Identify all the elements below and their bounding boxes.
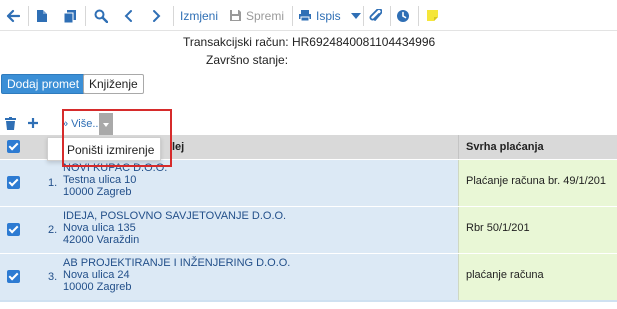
row-number: 1. [48,177,58,189]
row-checkbox[interactable] [7,176,20,189]
next-button[interactable] [152,0,162,31]
main-toolbar: Izmjeni Spremi Ispis [0,0,617,31]
partner-cell: NOVI KUPAC D.O.O. Testna ulica 10 10000 … [63,162,167,198]
more-dropdown-toggle[interactable] [99,113,113,135]
partner-street: Nova ulica 135 [63,222,136,234]
partner-city: 10000 Zagreb [63,281,132,293]
final-balance-row: Završno stanje: [206,53,288,69]
column-divider [458,135,459,159]
paperclip-icon [369,8,382,21]
toolbar-divider [292,6,293,26]
partner-cell: AB PROJEKTIRANJE I INŽENJERING D.O.O. No… [63,257,290,293]
more-dropdown-menu: Poništi izmirenje [47,137,161,161]
toolbar-divider [418,6,419,26]
purpose-text: plaćanje računa [466,269,544,281]
more-button-label: Više... [71,118,102,130]
sticky-note-icon [427,10,438,21]
trash-icon [5,117,16,130]
attachment-button[interactable] [369,0,382,31]
table-row[interactable]: 2. IDEJA, POSLOVNO SAVJETOVANJE D.O.O. N… [0,207,617,253]
history-button[interactable] [396,0,410,31]
row-checkbox[interactable] [7,270,20,283]
save-button-label: Spremi [246,8,285,23]
row-number: 3. [48,271,58,283]
table-toolbar: » Više... [0,113,617,135]
clock-icon [397,9,409,22]
table-row[interactable]: 1. NOVI KUPAC D.O.O. Testna ulica 10 100… [0,160,617,206]
posting-button[interactable]: Knjiženje [83,74,144,94]
print-button-label: Ispis [316,8,341,23]
partner-street: Nova ulica 24 [63,269,130,281]
add-transaction-button[interactable]: Dodaj promet [1,74,86,94]
table-bottom-border [0,300,617,302]
save-button[interactable]: Spremi [229,0,284,31]
new-document-button[interactable] [36,0,48,31]
partner-street: Testna ulica 10 [63,174,137,186]
partner-name: NOVI KUPAC D.O.O. [63,162,168,174]
printer-icon [299,10,311,22]
floppy-disk-icon [230,10,241,21]
document-icon [37,9,47,22]
toolbar-divider [173,6,174,26]
toolbar-divider [390,6,391,26]
row-checkbox[interactable] [7,223,20,236]
search-button[interactable] [94,0,108,31]
toolbar-divider [28,6,29,26]
row-number: 2. [48,224,58,236]
edit-button[interactable]: Izmjeni [176,0,218,31]
search-icon [94,9,108,23]
previous-button[interactable] [123,0,133,31]
column-header-partner[interactable]: lej [172,135,184,159]
toolbar-divider [363,6,364,26]
account-label: Transakcijski račun: [183,35,289,49]
arrow-left-icon [6,9,20,22]
partner-cell: IDEJA, POSLOVNO SAVJETOVANJE D.O.O. Nova… [63,210,286,246]
partner-city: 10000 Zagreb [63,186,132,198]
partner-name: AB PROJEKTIRANJE I INŽENJERING D.O.O. [63,257,291,269]
purpose-cell: plaćanje računa [458,254,617,300]
note-button[interactable] [426,0,439,31]
purpose-text: Plaćanje računa br. 49/1/201 [466,175,607,187]
table-row[interactable]: 3. AB PROJEKTIRANJE I INŽENJERING D.O.O.… [0,254,617,300]
chevron-left-icon [124,9,132,22]
plus-icon [28,118,38,128]
toolbar-divider [85,6,86,26]
column-header-purpose[interactable]: Svrha plaćanja [466,135,544,159]
purpose-text: Rbr 50/1/201 [466,222,530,234]
caret-down-icon [350,12,361,19]
copy-button[interactable] [63,0,77,31]
partner-city: 42000 Varaždin [63,234,140,246]
undo-settlement-menu-item[interactable]: Poništi izmirenje [67,143,154,157]
more-button[interactable]: » Više... [62,113,102,135]
add-row-button[interactable] [27,117,39,132]
delete-button[interactable] [5,117,16,133]
select-all-checkbox[interactable] [7,140,20,153]
final-balance-label: Završno stanje: [206,53,289,67]
purpose-cell: Plaćanje računa br. 49/1/201 [458,160,617,206]
copy-icon [63,9,76,23]
edit-button-label: Izmjeni [180,8,219,23]
print-button[interactable]: Ispis [298,0,361,31]
account-row: Transakcijski račun: HR69248400811044349… [183,35,435,51]
back-button[interactable] [6,0,20,31]
purpose-cell: Rbr 50/1/201 [458,207,617,253]
partner-name: IDEJA, POSLOVNO SAVJETOVANJE D.O.O. [63,210,287,222]
account-value: HR6924840081104434996 [291,35,436,49]
chevron-right-icon [153,9,161,22]
double-chevron-right-icon: » [62,118,69,130]
